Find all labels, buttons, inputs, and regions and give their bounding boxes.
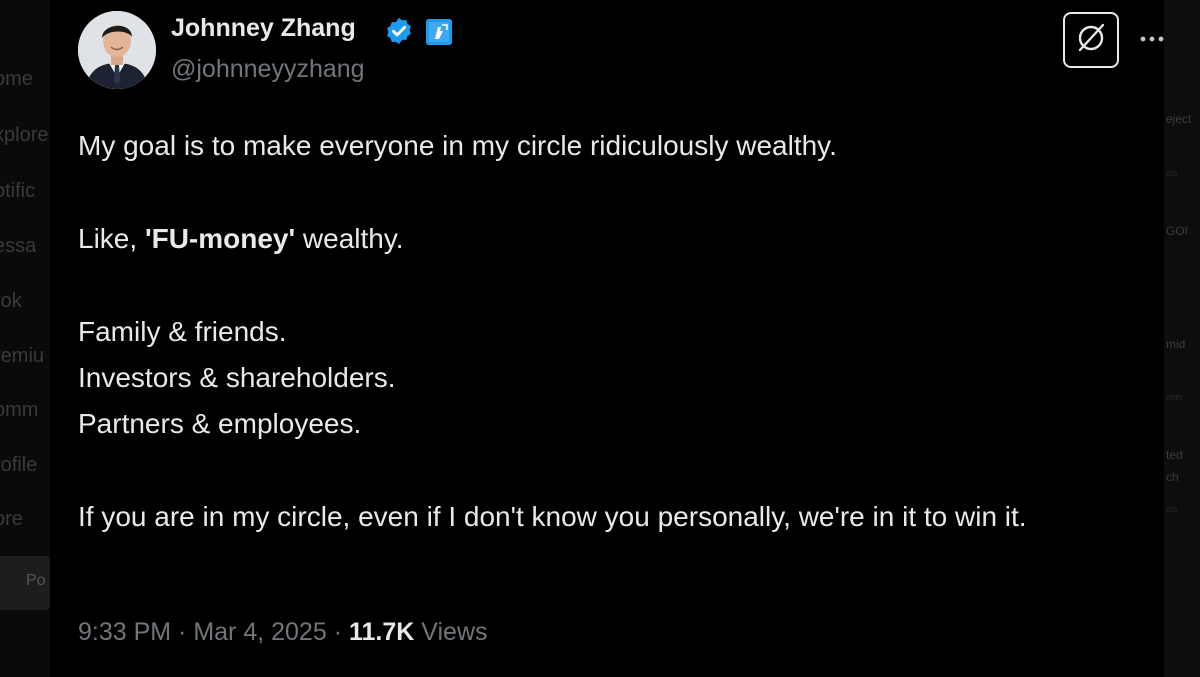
background-trend-3-sub: osts (1166, 392, 1183, 402)
background-right-column: eject sts GOI mid osts ted ch sts (1164, 0, 1200, 677)
grok-icon (1074, 21, 1108, 60)
background-post-button: Po (0, 556, 50, 610)
background-post-label: Po (26, 572, 46, 589)
background-nav-explore: xplore (0, 124, 49, 146)
background-nav-messages: essa (0, 235, 37, 257)
tweet-line: Family & friends. (78, 316, 287, 347)
verified-check-icon (384, 16, 414, 46)
tweet-text: My goal is to make everyone in my circle… (78, 123, 1138, 540)
affiliate-badge-icon[interactable] (426, 19, 452, 45)
background-nav-notifications: otific (0, 180, 36, 202)
meta-separator: · (326, 618, 349, 646)
background-nav-grok: rok (0, 290, 22, 312)
tweet-metadata: 9:33 PM · Mar 4, 2025 · 11.7K Views (78, 618, 488, 647)
tweet-bold-phrase: 'FU-money' (144, 223, 296, 254)
background-trend-2: GOI (1166, 224, 1189, 238)
tweet-line: If you are in my circle, even if I don't… (78, 501, 1027, 532)
views-count[interactable]: 11.7K (349, 618, 414, 646)
background-trend-4b: ch (1166, 470, 1179, 484)
tweet-line: Partners & employees. (78, 408, 362, 439)
avatar-photo (78, 11, 156, 89)
background-trend-3: mid (1166, 337, 1186, 351)
tweet-line: Investors & shareholders. (78, 362, 396, 393)
background-nav-profile: rofile (0, 454, 38, 476)
background-nav-communities: omm (0, 399, 39, 421)
background-trend-4: ted (1166, 448, 1183, 462)
background-trend-1: eject (1166, 112, 1192, 126)
background-nav-more: ore (0, 508, 23, 530)
tweet-text-segment: Like, (78, 223, 145, 254)
more-options-button[interactable] (1138, 24, 1166, 52)
background-trend-1-sub: sts (1166, 168, 1178, 178)
tweet-time[interactable]: 9:33 PM (78, 618, 171, 646)
background-nav-home: ome (0, 68, 33, 90)
more-dots-icon (1138, 36, 1166, 56)
tweet-line: My goal is to make everyone in my circle… (78, 130, 837, 161)
tweet-date[interactable]: Mar 4, 2025 (193, 618, 326, 646)
author-handle[interactable]: @johnneyyzhang (171, 55, 365, 84)
meta-separator: · (171, 618, 194, 646)
grok-button[interactable] (1063, 12, 1119, 68)
author-name[interactable]: Johnney Zhang (171, 14, 356, 43)
tweet-line: Like, 'FU-money' wealthy. (78, 216, 1138, 262)
views-label: Views (414, 618, 488, 646)
background-nav-premium: remiu (0, 345, 45, 367)
background-trend-4-sub: sts (1166, 504, 1178, 514)
tweet-text-segment: wealthy. (295, 223, 404, 254)
tweet-card: Johnney Zhang @johnneyyzhang My goal is … (50, 0, 1164, 677)
avatar[interactable] (78, 11, 156, 89)
